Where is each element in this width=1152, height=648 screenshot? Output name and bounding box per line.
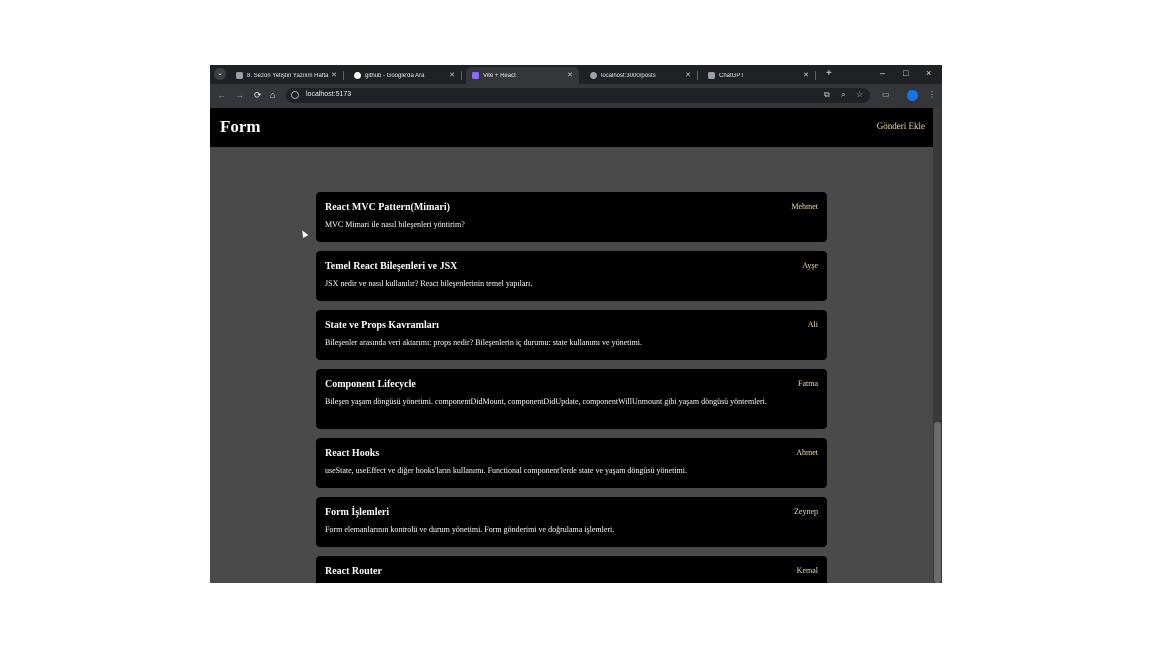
menu-icon[interactable]: ⋮ (928, 90, 936, 99)
app-header: Form Gönderi Ekle (210, 108, 933, 147)
tab-label: localhost:3000/posts (601, 72, 656, 79)
tab-localhost-posts[interactable]: localhost:3000/posts ✕ (584, 67, 698, 84)
address-text: localhost:5173 (306, 91, 352, 98)
address-bar[interactable]: localhost:5173 (286, 88, 870, 103)
tab-close-icon[interactable]: ✕ (685, 71, 691, 79)
reload-icon[interactable]: ⟳ (254, 90, 262, 101)
post-author: Ali (807, 320, 818, 329)
post-card[interactable]: Component Lifecycle Fatma Bileşen yaşam … (316, 369, 827, 429)
add-post-link[interactable]: Gönderi Ekle (877, 121, 925, 131)
tab-label: github - Google'da Ara (365, 72, 425, 79)
back-icon[interactable]: ← (217, 90, 226, 100)
post-author: Ayşe (802, 261, 818, 270)
tab-vite-react[interactable]: Vite + React ✕ (466, 67, 579, 84)
post-body: MVC Mimari ile nasıl bileşenleri yöntiri… (325, 220, 465, 229)
site-info-icon[interactable] (291, 91, 299, 99)
globe-icon (590, 72, 597, 79)
close-window-button[interactable]: × (926, 68, 931, 78)
zoom-icon[interactable]: ⌕ (841, 90, 845, 100)
tab-favicon-icon (236, 72, 243, 79)
home-icon[interactable]: ⌂ (270, 90, 275, 100)
tab-close-icon[interactable]: ✕ (331, 71, 337, 79)
page-content: Form Gönderi Ekle React MVC Pattern(Mima… (210, 108, 942, 583)
post-body: JSX nedir ve nasıl kullanılır? React bil… (325, 279, 533, 288)
post-author: Kemal (796, 566, 818, 575)
post-body: Bileşen yaşam döngüsü yönetimi. componen… (325, 397, 767, 406)
post-title: Temel React Bileşenleri ve JSX (325, 261, 458, 272)
post-title: React Router (325, 566, 382, 577)
google-icon (354, 72, 361, 79)
browser-toolbar: ← → ⟳ ⌂ localhost:5173 ⧉ ⌕ ☆ ▭ ⋮ (210, 84, 942, 108)
post-title: React Hooks (325, 448, 380, 459)
forward-icon[interactable]: → (235, 90, 244, 100)
bookmark-star-icon[interactable]: ☆ (856, 90, 863, 99)
minimize-button[interactable]: – (880, 68, 885, 78)
post-body: Form elemanlarının kontrolü ve durum yön… (325, 525, 615, 534)
post-title: Form İşlemleri (325, 507, 390, 518)
tab-yazilim[interactable]: 8. Sezon Yetiştin Yazılım Hafta ✕ (230, 67, 344, 84)
tab-separator (697, 71, 698, 80)
post-author: Mehmet (791, 202, 818, 211)
maximize-button[interactable]: □ (903, 68, 908, 78)
post-card[interactable]: State ve Props Kavramları Ali Bileşenler… (316, 310, 827, 360)
side-panel-icon[interactable]: ▭ (882, 90, 890, 99)
tab-chatgpt[interactable]: ChatGPT ✕ (702, 67, 816, 84)
post-card[interactable]: React MVC Pattern(Mimari) Mehmet MVC Mim… (316, 192, 827, 242)
chatgpt-icon (708, 72, 715, 79)
post-card[interactable]: Form İşlemleri Zeynep Form elemanlarının… (316, 497, 827, 547)
post-body: useState, useEffect ve diğer hooks'ların… (325, 466, 687, 475)
tab-label: Vite + React (483, 72, 516, 79)
page-scrollbar[interactable] (933, 108, 942, 583)
tab-label: 8. Sezon Yetiştin Yazılım Hafta (247, 72, 329, 79)
tab-close-icon[interactable]: ✕ (449, 71, 455, 79)
post-author: Fatma (798, 379, 818, 388)
tab-strip: ⌄ 8. Sezon Yetiştin Yazılım Hafta ✕ gith… (210, 65, 942, 84)
post-title: Component Lifecycle (325, 379, 416, 390)
translate-icon[interactable]: ⧉ (824, 90, 830, 100)
tab-separator (815, 71, 816, 80)
tab-github-search[interactable]: github - Google'da Ara ✕ (348, 67, 462, 84)
profile-avatar[interactable] (907, 90, 918, 101)
post-card[interactable]: React Hooks Ahmet useState, useEffect ve… (316, 438, 827, 488)
tab-separator (461, 71, 462, 80)
browser-window: ⌄ 8. Sezon Yetiştin Yazılım Hafta ✕ gith… (210, 65, 942, 583)
post-title: State ve Props Kavramları (325, 320, 439, 331)
post-body: Bileşenler arasında veri aktarımı: props… (325, 338, 643, 347)
post-author: Ahmet (796, 448, 818, 457)
post-author: Zeynep (794, 507, 818, 516)
tab-separator (343, 71, 344, 80)
tab-close-icon[interactable]: ✕ (803, 71, 809, 79)
vite-icon (472, 72, 479, 79)
new-tab-button[interactable]: + (826, 68, 832, 79)
mouse-cursor-icon (299, 228, 309, 239)
brand-title[interactable]: Form (220, 117, 261, 137)
scrollbar-thumb[interactable] (934, 422, 941, 583)
post-card[interactable]: React Router Kemal (316, 556, 827, 583)
tab-search-icon[interactable]: ⌄ (214, 68, 226, 80)
tab-label: ChatGPT (719, 72, 745, 79)
tab-close-icon[interactable]: ✕ (567, 71, 573, 79)
post-title: React MVC Pattern(Mimari) (325, 202, 450, 213)
post-card[interactable]: Temel React Bileşenleri ve JSX Ayşe JSX … (316, 251, 827, 301)
